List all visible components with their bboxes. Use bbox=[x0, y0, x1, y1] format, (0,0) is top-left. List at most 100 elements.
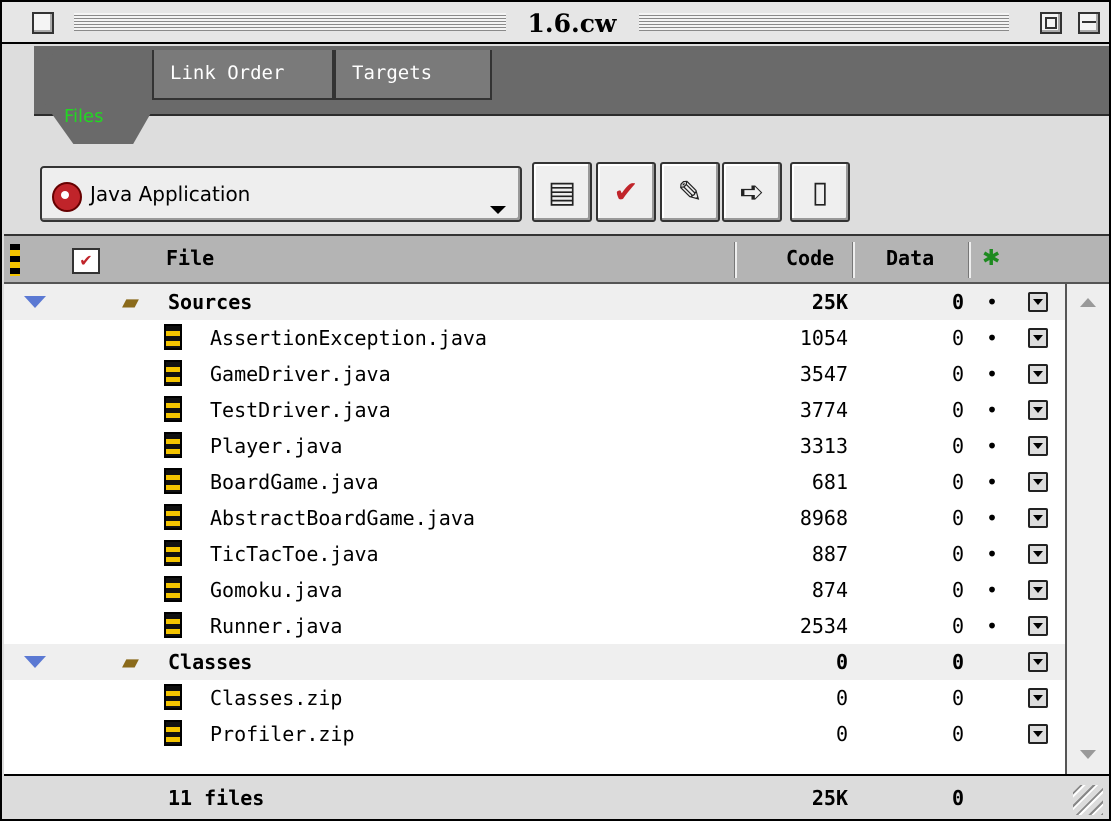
target-popup[interactable]: Java Application bbox=[40, 166, 522, 222]
tab-files[interactable] bbox=[44, 50, 154, 146]
table-row[interactable]: TestDriver.java 3774 0 • bbox=[4, 392, 1065, 428]
close-box-icon[interactable] bbox=[32, 12, 54, 34]
data-size: 0 bbox=[951, 290, 964, 314]
code-size: 8968 bbox=[799, 506, 848, 530]
touch-column-icon[interactable] bbox=[10, 244, 20, 276]
debug-marker[interactable]: • bbox=[986, 362, 998, 386]
folder-icon: ▰ bbox=[122, 290, 139, 315]
table-row[interactable]: AbstractBoardGame.java 8968 0 • bbox=[4, 500, 1065, 536]
file-settings-button[interactable]: ▤ bbox=[532, 162, 592, 222]
file-icon bbox=[164, 432, 182, 458]
row-popup-icon[interactable] bbox=[1028, 688, 1048, 708]
table-row[interactable]: Profiler.zip 0 0 bbox=[4, 716, 1065, 752]
file-icon bbox=[164, 576, 182, 602]
debug-marker[interactable]: • bbox=[986, 326, 998, 350]
row-popup-icon[interactable] bbox=[1028, 400, 1048, 420]
row-popup-icon[interactable] bbox=[1028, 292, 1048, 312]
column-header-file[interactable]: File bbox=[166, 246, 214, 270]
row-popup-icon[interactable] bbox=[1028, 508, 1048, 528]
row-popup-icon[interactable] bbox=[1028, 328, 1048, 348]
data-total: 0 bbox=[951, 786, 964, 810]
debug-marker[interactable]: • bbox=[986, 614, 998, 638]
file-name: Runner.java bbox=[210, 614, 343, 638]
checkmark-column-icon[interactable]: ✔ bbox=[72, 248, 100, 274]
code-size: 887 bbox=[811, 542, 848, 566]
title-bar[interactable]: 1.6.cw bbox=[2, 2, 1109, 44]
file-icon bbox=[164, 540, 182, 566]
table-row[interactable]: AssertionException.java 1054 0 • bbox=[4, 320, 1065, 356]
scroll-up-icon[interactable] bbox=[1067, 284, 1109, 324]
table-row[interactable]: Classes.zip 0 0 bbox=[4, 680, 1065, 716]
tab-targets[interactable]: Targets bbox=[334, 50, 492, 100]
table-row[interactable]: BoardGame.java 681 0 • bbox=[4, 464, 1065, 500]
row-popup-icon[interactable] bbox=[1028, 544, 1048, 564]
code-size: 2534 bbox=[799, 614, 848, 638]
file-icon bbox=[164, 612, 182, 638]
row-popup-icon[interactable] bbox=[1028, 652, 1048, 672]
column-divider bbox=[968, 242, 971, 278]
disclosure-triangle-icon[interactable] bbox=[24, 656, 46, 668]
debug-marker[interactable]: • bbox=[986, 470, 998, 494]
check-syntax-button[interactable]: ✔ bbox=[596, 162, 656, 222]
debug-marker[interactable]: • bbox=[986, 578, 998, 602]
code-size: 3774 bbox=[799, 398, 848, 422]
windowshade-box-icon[interactable] bbox=[1078, 12, 1100, 34]
row-popup-icon[interactable] bbox=[1028, 472, 1048, 492]
summary-bar: 11 files 25K 0 bbox=[4, 774, 1109, 819]
zoom-box-icon[interactable] bbox=[1040, 12, 1062, 34]
file-name: Player.java bbox=[210, 434, 343, 458]
code-size: 25K bbox=[811, 290, 848, 314]
debug-marker[interactable]: • bbox=[986, 290, 998, 314]
column-header-code[interactable]: Code bbox=[786, 246, 834, 270]
table-row[interactable]: GameDriver.java 3547 0 • bbox=[4, 356, 1065, 392]
debug-marker[interactable]: • bbox=[986, 398, 998, 422]
column-header-data[interactable]: Data bbox=[886, 246, 934, 270]
file-name: Classes bbox=[168, 650, 253, 674]
file-name: GameDriver.java bbox=[210, 362, 391, 386]
disclosure-triangle-icon[interactable] bbox=[24, 296, 46, 308]
file-name: TicTacToe.java bbox=[210, 542, 379, 566]
vertical-scrollbar[interactable] bbox=[1065, 284, 1109, 774]
column-divider bbox=[734, 242, 737, 278]
table-row[interactable]: Gomoku.java 874 0 • bbox=[4, 572, 1065, 608]
checkmark-icon: ✔ bbox=[613, 174, 639, 210]
file-icon bbox=[164, 396, 182, 422]
debug-column-icon[interactable]: ✱ bbox=[982, 246, 1000, 271]
file-name: Sources bbox=[168, 290, 253, 314]
scroll-down-icon[interactable] bbox=[1067, 734, 1109, 774]
arrow-right-icon: ➪ bbox=[739, 174, 765, 210]
code-size: 3313 bbox=[799, 434, 848, 458]
debug-marker[interactable]: • bbox=[986, 506, 998, 530]
table-row[interactable]: Runner.java 2534 0 • bbox=[4, 608, 1065, 644]
table-row[interactable]: Player.java 3313 0 • bbox=[4, 428, 1065, 464]
debug-marker[interactable]: • bbox=[986, 434, 998, 458]
project-window: 1.6.cw Files Link Order Targets Java App… bbox=[0, 0, 1111, 821]
code-size: 1054 bbox=[799, 326, 848, 350]
tab-files-label[interactable]: Files bbox=[64, 106, 134, 127]
row-popup-icon[interactable] bbox=[1028, 616, 1048, 636]
table-header: ✔ File Code Data ✱ bbox=[4, 234, 1109, 284]
window-title: 1.6.cw bbox=[527, 9, 617, 38]
file-list: ▰ Sources 25K 0 • AssertionException.java 1054… bbox=[4, 284, 1065, 774]
data-size: 0 bbox=[951, 470, 964, 494]
project-inspector-button[interactable]: ▯ bbox=[790, 162, 850, 222]
run-button[interactable]: ➪ bbox=[722, 162, 782, 222]
code-size: 681 bbox=[811, 470, 848, 494]
make-button[interactable]: ✎ bbox=[660, 162, 720, 222]
file-name: AssertionException.java bbox=[210, 326, 487, 350]
make-icon: ✎ bbox=[677, 174, 703, 210]
file-name: TestDriver.java bbox=[210, 398, 391, 422]
tab-link-order[interactable]: Link Order bbox=[152, 50, 334, 100]
debug-marker[interactable]: • bbox=[986, 542, 998, 566]
group-row[interactable]: ▰ Sources 25K 0 • bbox=[4, 284, 1065, 320]
resize-grip-icon[interactable] bbox=[1073, 785, 1103, 815]
title-stripes bbox=[74, 13, 506, 31]
group-row[interactable]: ▰ Classes 0 0 bbox=[4, 644, 1065, 680]
row-popup-icon[interactable] bbox=[1028, 364, 1048, 384]
row-popup-icon[interactable] bbox=[1028, 580, 1048, 600]
row-popup-icon[interactable] bbox=[1028, 436, 1048, 456]
table-row[interactable]: TicTacToe.java 887 0 • bbox=[4, 536, 1065, 572]
row-popup-icon[interactable] bbox=[1028, 724, 1048, 744]
data-size: 0 bbox=[951, 650, 964, 674]
file-settings-icon: ▤ bbox=[547, 174, 577, 210]
